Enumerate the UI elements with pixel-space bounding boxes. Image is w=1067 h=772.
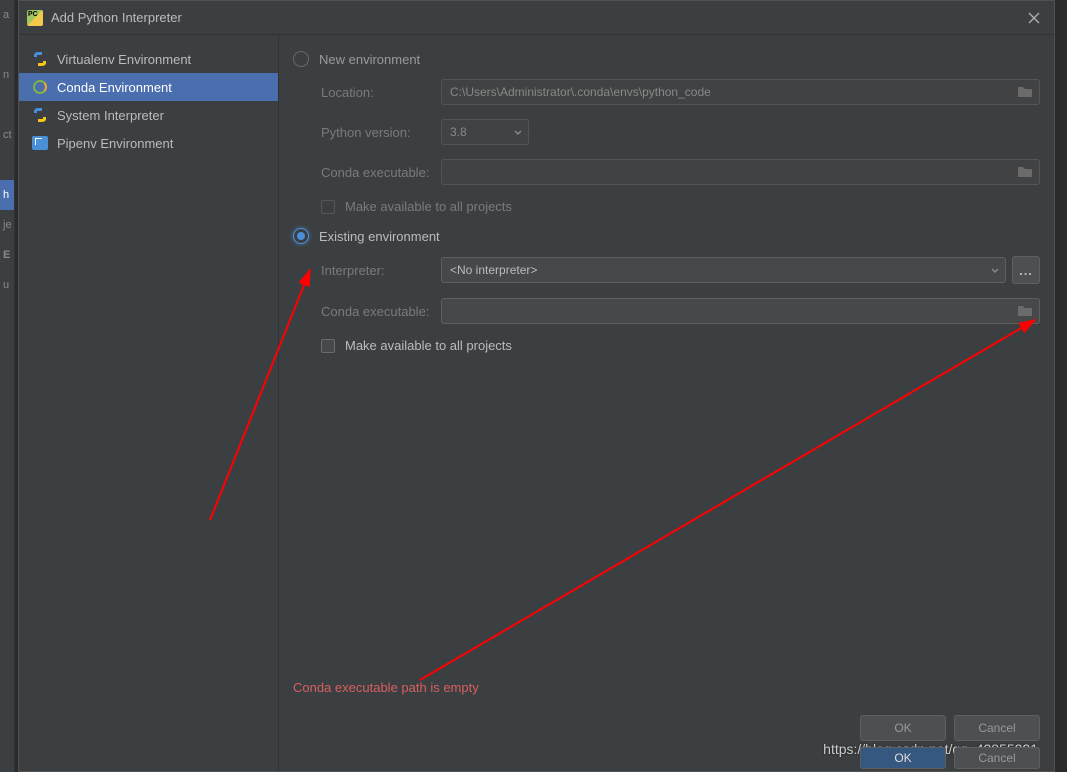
close-button[interactable] [1022,6,1046,30]
conda-exe2-row: Conda executable: [321,298,1040,324]
make-all-label: Make available to all projects [345,199,512,214]
radio-new-env-row: New environment [293,51,1040,67]
close-icon [1028,12,1040,24]
interpreter-value: <No interpreter> [450,263,537,277]
dialog-body: Virtualenv Environment Conda Environment… [19,35,1054,771]
conda-exe-input[interactable] [441,159,1040,185]
add-interpreter-dialog: Add Python Interpreter Virtualenv Enviro… [18,0,1055,772]
conda-icon [31,78,49,96]
pycharm-icon [27,10,43,26]
pyver-dropdown[interactable]: 3.8 [441,119,529,145]
location-input[interactable] [441,79,1040,105]
conda-exe-row: Conda executable: [321,159,1040,185]
sidebar-item-label: Conda Environment [57,80,172,95]
make-all2-row: Make available to all projects [321,338,1040,353]
chevron-down-icon [991,267,999,275]
ok-button[interactable]: OK [860,715,946,741]
conda-exe-label: Conda executable: [321,165,441,180]
radio-existing-env[interactable] [293,228,309,244]
location-row: Location: [321,79,1040,105]
browse-conda-exe-button[interactable] [1014,161,1036,183]
sidebar-item-label: System Interpreter [57,108,164,123]
make-all-row: Make available to all projects [321,199,1040,214]
folder-icon [1017,304,1033,318]
browse-conda-exe2-button[interactable] [1014,300,1036,322]
python-icon [31,106,49,124]
sidebar-item-virtualenv[interactable]: Virtualenv Environment [19,45,278,73]
dialog-footer: OK Cancel [860,715,1040,741]
sidebar-item-label: Pipenv Environment [57,136,173,151]
pyver-label: Python version: [321,125,441,140]
interpreter-dropdown[interactable]: <No interpreter> [441,257,1006,283]
bg-cancel-button[interactable]: Cancel [954,747,1040,769]
background-strip: a n ct h je E u [0,0,15,772]
titlebar: Add Python Interpreter [19,1,1054,35]
browse-location-button[interactable] [1014,81,1036,103]
sidebar-item-pipenv[interactable]: Pipenv Environment [19,129,278,157]
python-icon [31,50,49,68]
interpreter-row: Interpreter: <No interpreter> ... [321,256,1040,284]
radio-new-env-label: New environment [319,52,420,67]
sidebar-item-label: Virtualenv Environment [57,52,191,67]
interpreter-label: Interpreter: [321,263,441,278]
dialog-title: Add Python Interpreter [51,10,1022,25]
bg-ok-button[interactable]: OK [860,747,946,769]
pyver-value: 3.8 [450,125,467,139]
location-label: Location: [321,85,441,100]
radio-existing-env-label: Existing environment [319,229,440,244]
pipenv-icon [31,134,49,152]
browse-interpreter-button[interactable]: ... [1012,256,1040,284]
radio-new-env[interactable] [293,51,309,67]
chevron-down-icon [514,129,522,137]
cancel-button[interactable]: Cancel [954,715,1040,741]
conda-exe2-input[interactable] [441,298,1040,324]
make-all2-checkbox[interactable] [321,339,335,353]
radio-existing-env-row: Existing environment [293,228,1040,244]
main-pane: New environment Location: Python version… [279,35,1054,771]
error-message: Conda executable path is empty [293,680,479,695]
ellipsis-icon: ... [1019,263,1033,278]
sidebar-item-system[interactable]: System Interpreter [19,101,278,129]
sidebar-item-conda[interactable]: Conda Environment [19,73,278,101]
folder-icon [1017,85,1033,99]
pyver-row: Python version: 3.8 [321,119,1040,145]
sidebar: Virtualenv Environment Conda Environment… [19,35,279,771]
conda-exe2-label: Conda executable: [321,304,441,319]
background-footer: OK Cancel [860,747,1040,769]
make-all2-label: Make available to all projects [345,338,512,353]
folder-icon [1017,165,1033,179]
make-all-checkbox[interactable] [321,200,335,214]
